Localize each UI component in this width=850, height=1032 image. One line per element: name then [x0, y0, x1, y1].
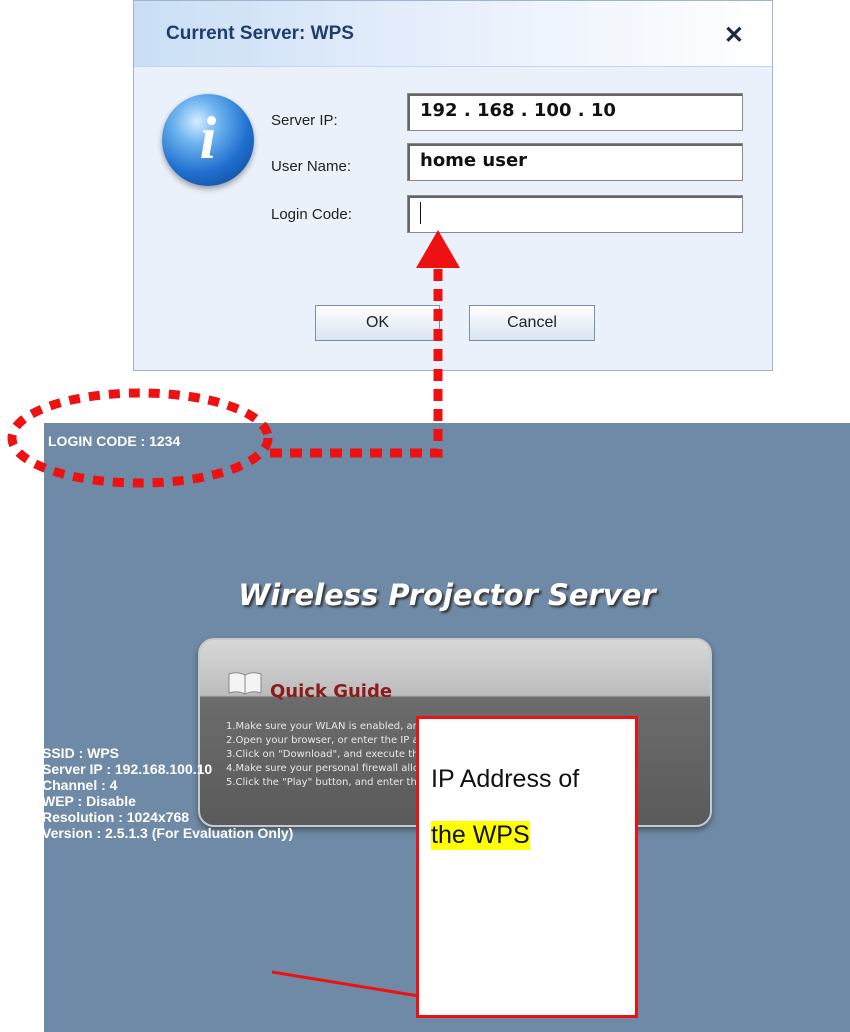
login-code-highlight-ellipse: [7, 388, 273, 488]
arrow-head: [416, 230, 460, 268]
dashed-arrow-line: [270, 266, 443, 458]
callout-pointer-line: [271, 970, 420, 998]
annotation-overlay: [7, 230, 460, 998]
